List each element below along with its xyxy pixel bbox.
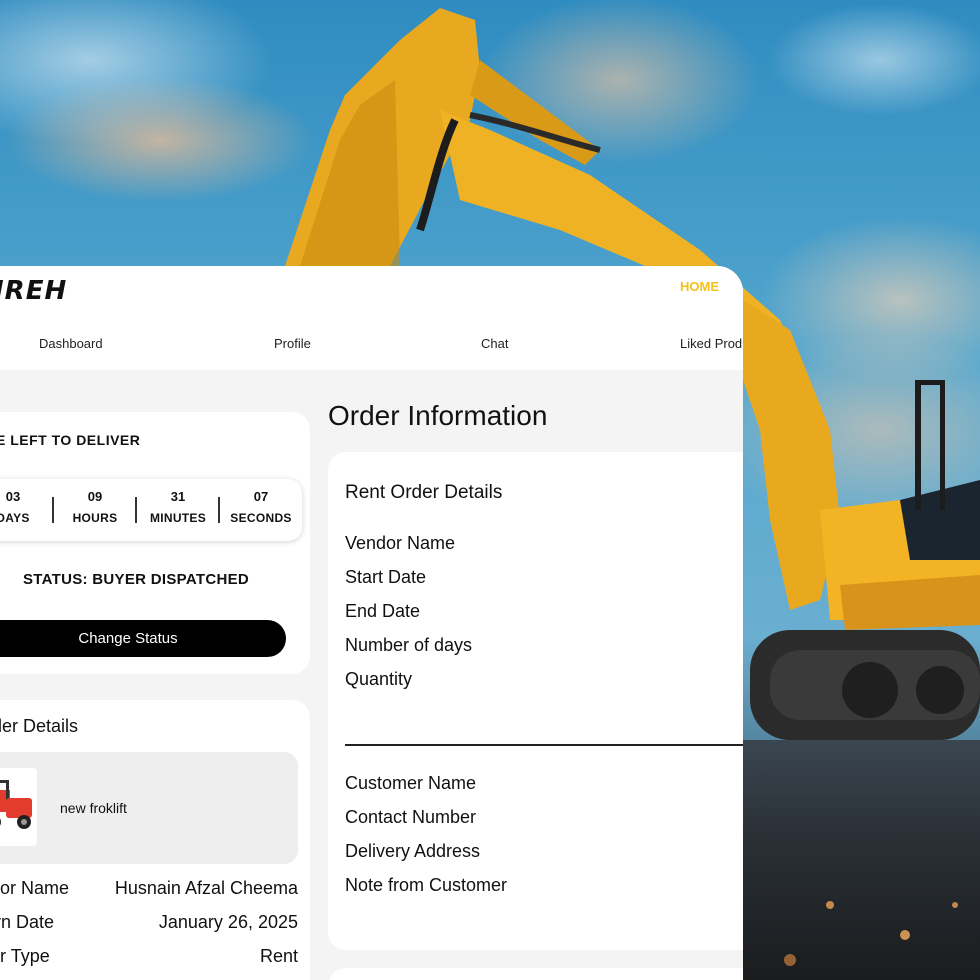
countdown-seconds: 07 SECONDS	[220, 489, 302, 525]
rent-field-end-date: End Date	[345, 601, 421, 621]
order-details-card: der Details new froklift nd	[0, 700, 310, 980]
nav-item-chat[interactable]: Chat	[481, 336, 508, 351]
countdown-hours-value: 09	[87, 489, 103, 504]
order-details-title: der Details	[0, 716, 79, 736]
customer-field-contact-number: Contact Number	[345, 807, 477, 827]
customer-field-delivery-address: Delivery Address	[345, 841, 481, 861]
countdown-seconds-value: 07	[253, 489, 269, 504]
countdown-minutes-value: 31	[170, 489, 186, 504]
order-status-text: STATUS: BUYER DISPATCHED	[22, 571, 250, 588]
time-left-title: E LEFT TO DELIVER	[0, 432, 141, 448]
section-divider	[345, 744, 743, 746]
countdown-days: 03 DAYS	[0, 489, 54, 525]
delivery-countdown-card: E LEFT TO DELIVER 03 DAYS 09 HOURS 31 MI…	[0, 412, 310, 674]
customer-field-name: Customer Name	[345, 773, 477, 793]
vendor-name-value: Husnain Afzal Cheema	[114, 878, 298, 898]
countdown-hours: 09 HOURS	[54, 489, 136, 525]
countdown-minutes-label: MINUTES	[149, 511, 207, 525]
nav-item-dashboard[interactable]: Dashboard	[39, 336, 103, 351]
home-link[interactable]: HOME	[680, 279, 719, 294]
countdown-seconds-label: SECONDS	[230, 511, 292, 525]
countdown-timer: 03 DAYS 09 HOURS 31 MINUTES 07 SECONDS	[0, 479, 302, 541]
rent-field-quantity: Quantity	[345, 669, 413, 689]
nav-item-profile[interactable]: Profile	[274, 336, 311, 351]
countdown-hours-label: HOURS	[72, 511, 118, 525]
order-type-value: Rent	[259, 946, 298, 966]
countdown-days-label: DAYS	[0, 511, 30, 525]
app-window: IREH HOME Dashboard Profile Chat Liked P…	[0, 266, 743, 980]
rent-field-vendor-name: Vendor Name	[345, 533, 456, 553]
product-name[interactable]: new froklift	[60, 800, 127, 816]
countdown-minutes: 31 MINUTES	[137, 489, 219, 525]
top-navigation-bar: IREH HOME Dashboard Profile Chat Liked P…	[0, 266, 743, 370]
rent-order-details-title: Rent Order Details	[345, 482, 503, 503]
brand-logo[interactable]: IREH	[0, 276, 67, 306]
nav-item-liked-products[interactable]: Liked Prod	[680, 336, 742, 351]
rent-order-details-card: Rent Order Details Vendor Name Start Dat…	[328, 452, 743, 950]
product-thumbnail[interactable]	[0, 768, 37, 846]
forklift-icon	[0, 780, 32, 829]
order-type-label: der Type	[0, 946, 50, 966]
rent-field-number-of-days: Number of days	[345, 635, 473, 655]
return-date-label: turn Date	[0, 912, 55, 932]
change-status-button[interactable]: Change Status	[0, 620, 286, 657]
return-date-value: January 26, 2025	[158, 912, 298, 932]
vendor-name-label: ndor Name	[0, 878, 70, 898]
page-title: Order Information	[328, 400, 548, 431]
product-item[interactable]: new froklift	[0, 752, 298, 864]
next-card	[328, 968, 743, 980]
countdown-days-value: 03	[5, 489, 21, 504]
rent-field-start-date: Start Date	[345, 567, 427, 587]
customer-field-note: Note from Customer	[345, 875, 508, 895]
